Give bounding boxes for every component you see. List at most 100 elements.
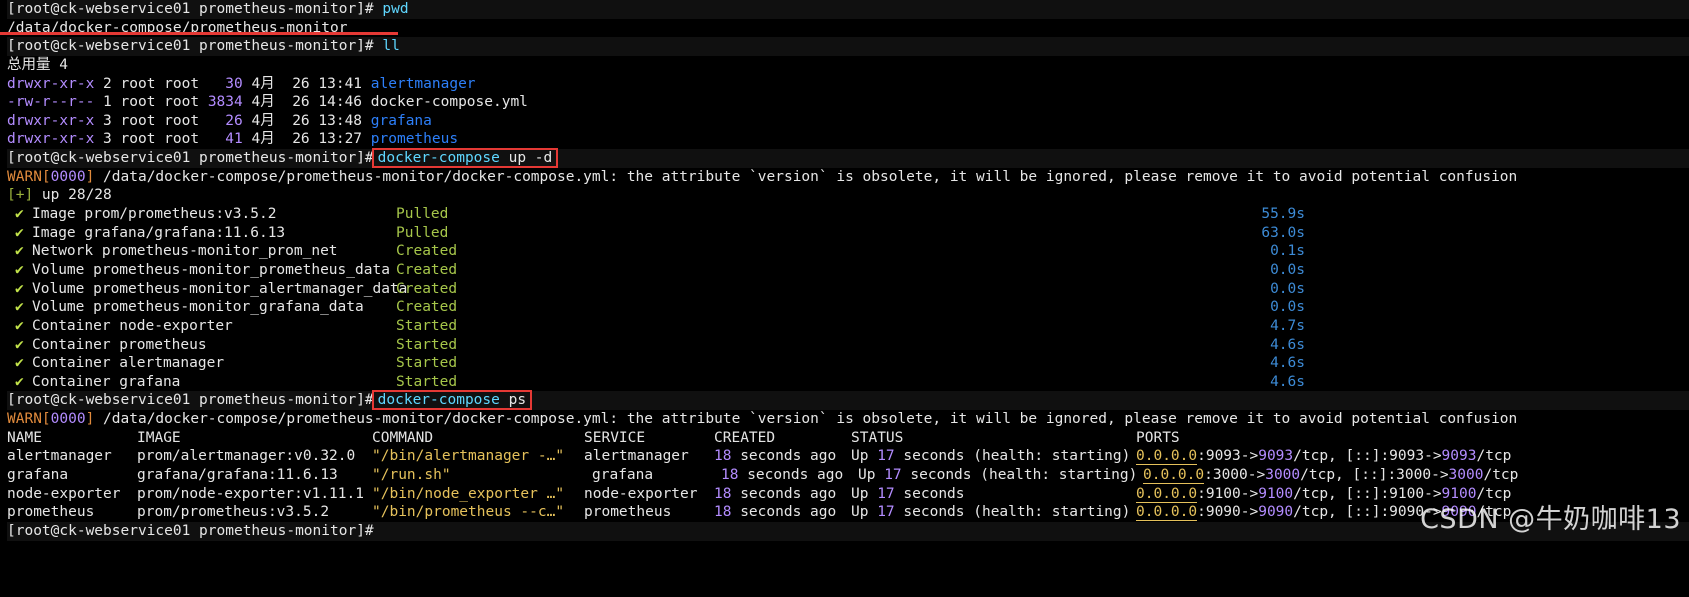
port-container: 9090	[1258, 504, 1294, 521]
file-perms: drwxr-xr-x	[7, 112, 95, 129]
port-mapping: :9093->	[1197, 448, 1259, 465]
cell-service: prometheus	[584, 504, 672, 521]
table-row: grafana grafana/grafana:11.6.13 "/run.sh" g…	[7, 466, 1689, 485]
prompt: [root@ck-webservice01 prometheus-monitor…	[7, 150, 365, 167]
item-duration: 0.0s	[1270, 261, 1305, 278]
file-month: 4月	[251, 75, 275, 92]
prompt-line: [root@ck-webservice01 prometheus-monitor…	[7, 390, 1689, 411]
prompt-line: [root@ck-webservice01 prometheus-monitor…	[7, 37, 1689, 56]
file-links: 1	[103, 94, 112, 111]
highlighted-command-ps: docker-compose ps	[371, 390, 533, 411]
command-text: pwd	[382, 1, 409, 17]
item-name: Container grafana	[32, 373, 181, 390]
list-item: drwxr-xr-x 3 root root 41 4月 26 13:27 pr…	[7, 130, 1689, 149]
output-line: 总用量 4	[7, 56, 1689, 75]
compose-up-item: ✔ Image grafana/grafana:11.6.13 Pulled 63.0…	[7, 224, 1689, 243]
header-name: NAME	[7, 429, 42, 446]
ll-total: 总用量 4	[7, 56, 68, 73]
file-time: 13:48	[318, 112, 363, 129]
file-time: 13:41	[318, 75, 363, 92]
cell-service: grafana	[592, 467, 654, 484]
compose-up-item: ✔ Volume prometheus-monitor_prometheus_da…	[7, 261, 1689, 280]
file-perms: drwxr-xr-x	[7, 75, 95, 92]
highlight-underline	[0, 32, 398, 35]
prompt: [root@ck-webservice01 prometheus-monitor…	[7, 392, 365, 409]
port-host: 0.0.0.0	[1136, 448, 1198, 466]
status-number: 17	[877, 448, 895, 465]
prompt-symbol: #	[364, 392, 374, 409]
header-ports: PORTS	[1136, 429, 1180, 446]
file-links: 3	[103, 112, 112, 129]
port-ipv6: /tcp, [::]:9093->	[1293, 448, 1442, 465]
warn-text: /data/docker-compose/prometheus-monitor/…	[94, 168, 1518, 185]
created-number: 18	[721, 467, 739, 484]
file-day: 26	[292, 75, 310, 92]
cell-image: prom/prometheus:v3.5.2	[137, 504, 330, 521]
item-status: Created	[396, 243, 458, 260]
warning-line: WARN[0000] /data/docker-compose/promethe…	[7, 410, 1689, 429]
watermark: CSDN @牛奶咖啡13	[1420, 504, 1681, 535]
file-month: 4月	[251, 112, 275, 129]
command-args: ps	[499, 392, 527, 409]
status-text: seconds (health: starting)	[901, 467, 1138, 484]
file-month: 4月	[251, 94, 275, 111]
item-status: Created	[396, 261, 458, 278]
cell-status: Up 17 seconds (health: starting)	[851, 503, 1130, 522]
port-container-v6: 9093	[1441, 448, 1477, 465]
item-name: Container alertmanager	[32, 355, 225, 372]
item-status: Started	[396, 373, 458, 390]
cell-created: 18 seconds ago	[714, 503, 836, 522]
item-name: Image prom/prometheus:v3.5.2	[32, 206, 277, 223]
status-prefix: Up	[851, 485, 878, 502]
item-status: Started	[396, 336, 458, 353]
file-size: 26	[207, 112, 243, 129]
check-icon: ✔	[15, 299, 24, 316]
compose-up-item: ✔ Container grafana Started 4.6s	[7, 373, 1689, 392]
file-size: 41	[207, 131, 243, 148]
ps-header: NAME IMAGE COMMAND SERVICE CREATED STATU…	[7, 429, 1689, 448]
port-container: 9093	[1258, 448, 1294, 465]
port-container-v6: 3000	[1448, 467, 1484, 484]
item-status: Pulled	[396, 224, 449, 241]
port-proto: /tcp	[1483, 467, 1519, 484]
port-host: 0.0.0.0	[1136, 485, 1198, 503]
port-proto: /tcp	[1476, 448, 1512, 465]
check-icon: ✔	[15, 224, 24, 241]
item-name: Volume prometheus-monitor_alertmanager_d…	[32, 280, 408, 297]
cell-name: node-exporter	[7, 485, 121, 502]
check-icon: ✔	[15, 261, 24, 278]
warn-text: /data/docker-compose/prometheus-monitor/…	[94, 411, 1518, 428]
port-ipv6: /tcp, [::]:3000->	[1300, 467, 1449, 484]
check-icon: ✔	[15, 336, 24, 353]
created-text: seconds ago	[738, 467, 844, 484]
file-name: docker-compose.yml	[370, 94, 528, 111]
header-command: COMMAND	[372, 429, 434, 446]
cell-image: prom/node-exporter:v1.11.1	[137, 485, 364, 502]
file-time: 14:46	[318, 94, 363, 111]
compose-up-item: ✔ Container node-exporter Started 4.7s	[7, 317, 1689, 336]
header-image: IMAGE	[137, 429, 181, 446]
cell-service: alertmanager	[584, 448, 689, 465]
item-duration: 0.1s	[1270, 243, 1305, 260]
command-text: ll	[382, 38, 400, 55]
terminal-window[interactable]: [root@ck-webservice01 prometheus-monitor…	[0, 0, 1689, 546]
warn-code: 0000	[50, 168, 86, 185]
cell-image: prom/alertmanager:v0.32.0	[137, 448, 356, 465]
status-text: seconds (health: starting)	[894, 448, 1131, 465]
compose-up-item: ✔ Network prometheus-monitor_prom_net Crea…	[7, 242, 1689, 261]
file-day: 26	[292, 112, 310, 129]
created-text: seconds ago	[731, 448, 837, 465]
progress-line: [+] up 28/28	[7, 186, 1689, 205]
item-status: Pulled	[396, 206, 449, 223]
compose-up-item: ✔ Image prom/prometheus:v3.5.2 Pulled 55.9s	[7, 205, 1689, 224]
compose-up-items: ✔ Image prom/prometheus:v3.5.2 Pulled 55.9s…	[7, 205, 1689, 391]
cell-ports: 0.0.0.0:3000->3000/tcp, [::]:3000->3000/…	[1143, 466, 1518, 485]
prompt-symbol: #	[364, 522, 374, 539]
item-name: Container node-exporter	[32, 317, 233, 334]
port-mapping: :9100->	[1197, 485, 1259, 502]
compose-up-item: ✔ Container alertmanager Started 4.6s	[7, 354, 1689, 373]
cell-created: 18 seconds ago	[714, 485, 836, 504]
cell-service: node-exporter	[584, 485, 698, 502]
item-name: Volume prometheus-monitor_prometheus_dat…	[32, 261, 390, 278]
item-status: Created	[396, 280, 458, 297]
